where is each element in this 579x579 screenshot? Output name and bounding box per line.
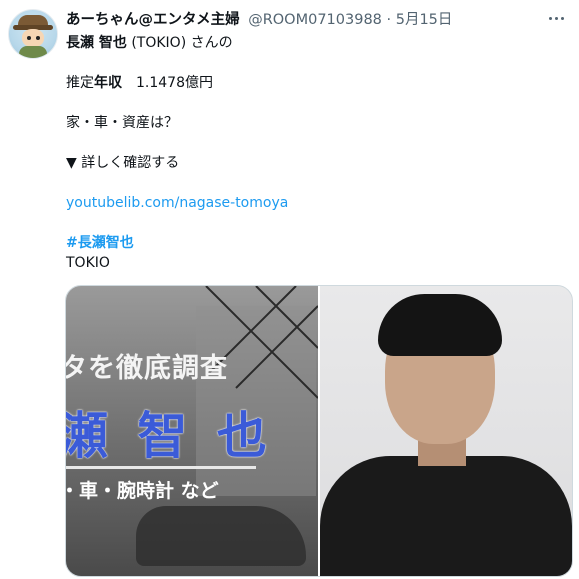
- portrait-shirt: [320, 456, 572, 576]
- tweet-link[interactable]: youtubelib.com/nagase-tomoya: [66, 193, 288, 213]
- celebrity-name: 長瀬 智也: [66, 35, 127, 51]
- tweet-media[interactable]: タを徹底調査 瀬 智 也 ・車・腕時計 など: [65, 285, 573, 577]
- portrait-hair: [378, 294, 502, 356]
- tweet-header: あーちゃん@エンタメ主婦 @ROOM07103988 · 5月15日: [66, 9, 579, 31]
- media-image-portrait[interactable]: [320, 286, 572, 576]
- more-options-icon[interactable]: [543, 8, 569, 28]
- income-label-prefix: 推定: [66, 75, 94, 91]
- promo-subtitle: ・車・腕時計 など: [66, 480, 219, 502]
- promo-celebrity-name: 瀬 智 也: [66, 407, 273, 465]
- avatar-body: [19, 46, 47, 58]
- tweet-date[interactable]: 5月15日: [396, 12, 453, 28]
- avatar-eye: [27, 36, 31, 40]
- tweet-line-1: 長瀬 智也 (TOKIO) さんの: [66, 33, 233, 53]
- tweet-line-4: ▼ 詳しく確認する: [66, 155, 180, 171]
- promo-underline: [66, 466, 256, 469]
- line1-rest: (TOKIO) さんの: [126, 35, 233, 51]
- avatar-face: [22, 29, 44, 47]
- tweet-hashtag[interactable]: #長瀬智也: [66, 233, 134, 253]
- author-name[interactable]: あーちゃん@エンタメ主婦: [66, 12, 240, 28]
- tweet-line-last: TOKIO: [66, 255, 110, 271]
- income-value: 1.1478億円: [122, 75, 213, 91]
- promo-heading: タを徹底調査: [66, 353, 228, 384]
- tweet-line-2: 推定年収 1.1478億円: [66, 73, 213, 93]
- author-handle[interactable]: @ROOM07103988: [248, 12, 382, 28]
- more-dot: [560, 16, 564, 20]
- header-separator: ·: [386, 12, 392, 28]
- media-image-promo[interactable]: タを徹底調査 瀬 智 也 ・車・腕時計 など: [66, 286, 318, 576]
- avatar-eye: [36, 36, 40, 40]
- car-silhouette: [136, 506, 306, 566]
- author-avatar[interactable]: [8, 9, 58, 59]
- tweet-line-3: 家・車・資産は？: [66, 115, 178, 131]
- more-dot: [548, 16, 552, 20]
- income-label: 年収: [94, 75, 122, 91]
- more-dot: [554, 16, 558, 20]
